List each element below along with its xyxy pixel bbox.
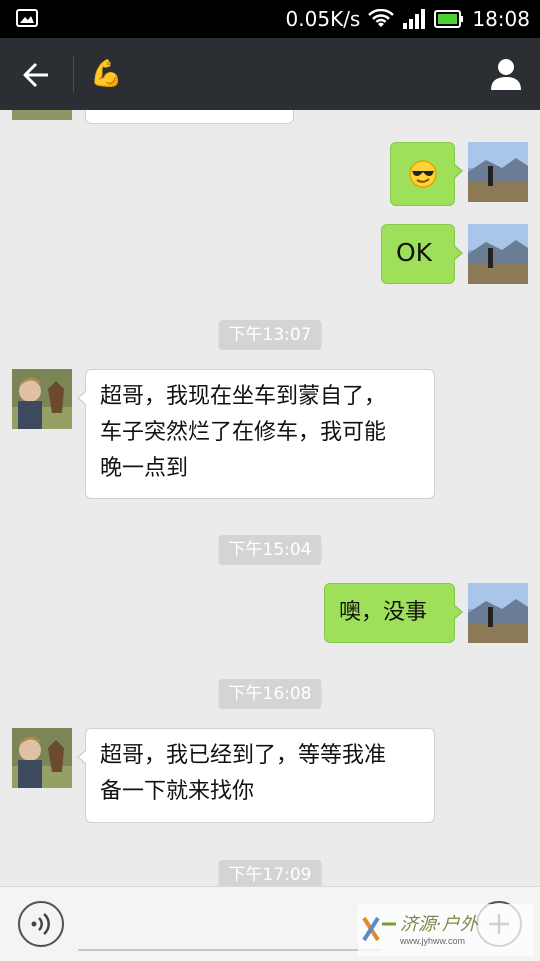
message-bubble-outgoing[interactable]: 噢，没事	[324, 583, 463, 643]
message-line: 备一下就来找你	[100, 779, 255, 804]
status-bar: 0.05K/s 18:08	[0, 0, 540, 38]
voice-icon	[31, 913, 50, 935]
my-avatar[interactable]	[468, 224, 528, 284]
watermark-url: www.jyhww.com	[400, 936, 466, 946]
chat-area[interactable]: OK 下午13:07 超哥，我现在坐车到蒙自了， 车子突然烂了在修车，我可能 晚…	[0, 110, 540, 886]
back-arrow-icon[interactable]	[14, 58, 58, 92]
message-line: 超哥，我现在坐车到蒙自了，	[100, 384, 387, 409]
message-line: 超哥，我已经到了，等等我准	[100, 743, 387, 768]
message-bubble-outgoing[interactable]	[390, 142, 463, 206]
watermark: 济源·户外 www.jyhww.com	[358, 904, 534, 956]
timestamp: 下午15:04	[218, 535, 322, 565]
wifi-icon	[368, 9, 395, 27]
message-bubble-incoming[interactable]: 超哥，我已经到了，等等我准 备一下就来找你	[77, 728, 435, 823]
message-bubble-incoming-partial[interactable]	[85, 110, 294, 124]
watermark-logo-icon	[362, 916, 396, 942]
network-speed: 0.05K/s	[285, 7, 361, 31]
sunglasses-face-icon	[409, 160, 437, 188]
contact-avatar[interactable]	[12, 110, 72, 120]
voice-button[interactable]	[18, 901, 64, 947]
contact-avatar[interactable]	[12, 369, 72, 429]
timestamp: 下午16:08	[218, 679, 322, 709]
signal-icon	[403, 9, 426, 29]
header-divider	[73, 56, 74, 92]
my-avatar[interactable]	[468, 583, 528, 643]
message-bubble-incoming[interactable]: 超哥，我现在坐车到蒙自了， 车子突然烂了在修车，我可能 晚一点到	[77, 369, 435, 499]
status-time: 18:08	[472, 7, 530, 31]
message-bubble-outgoing[interactable]: OK	[381, 224, 463, 284]
profile-icon[interactable]	[486, 56, 526, 92]
watermark-text: 济源·户外	[400, 914, 478, 935]
message-line: 车子突然烂了在修车，我可能	[100, 420, 387, 445]
timestamp: 下午13:07	[218, 320, 322, 350]
contact-avatar[interactable]	[12, 728, 72, 788]
chat-title: 💪	[90, 59, 123, 89]
message-line: 晚一点到	[100, 456, 189, 481]
message-input[interactable]	[78, 901, 382, 951]
timestamp: 下午17:09	[218, 860, 322, 886]
chat-header: 💪	[0, 38, 540, 110]
gallery-icon	[16, 9, 38, 27]
my-avatar[interactable]	[468, 142, 528, 202]
battery-icon	[434, 10, 464, 28]
